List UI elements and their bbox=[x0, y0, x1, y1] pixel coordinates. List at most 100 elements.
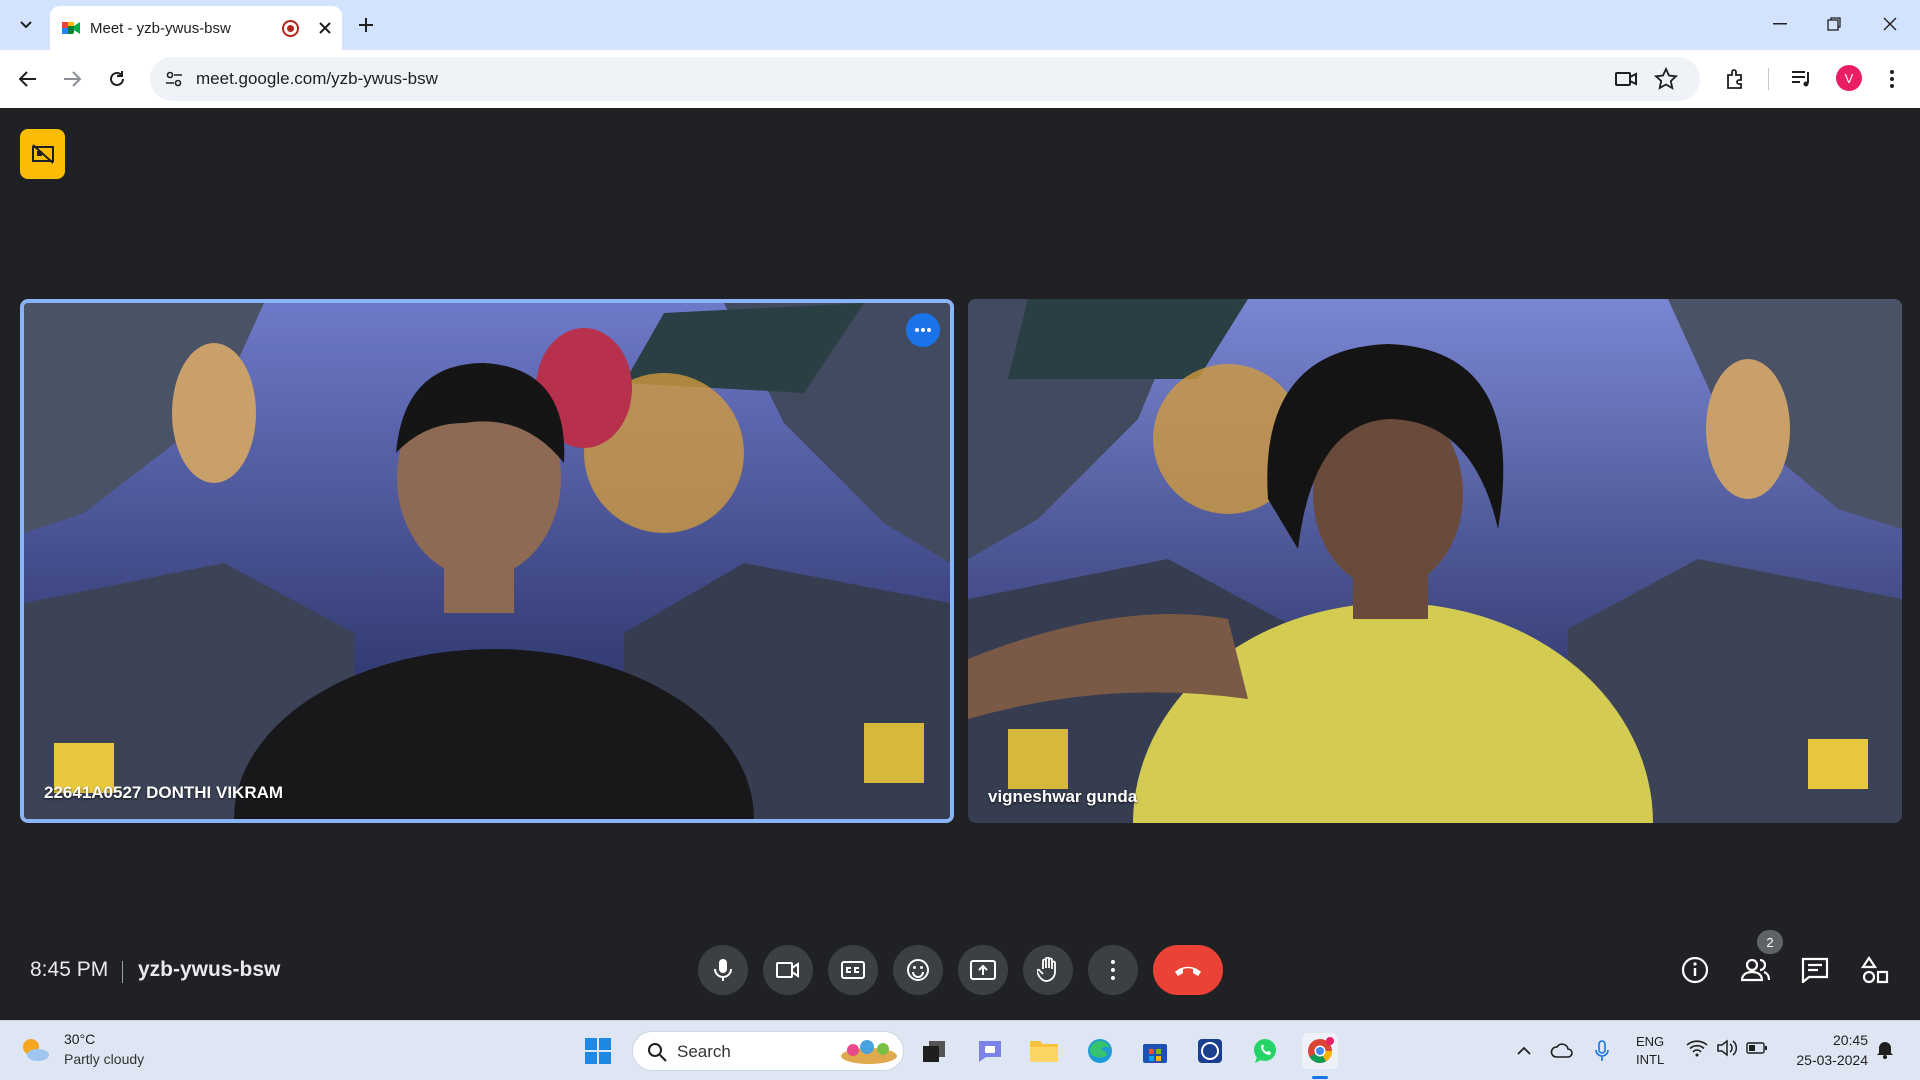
task-view-button[interactable] bbox=[916, 1033, 952, 1069]
folder-icon bbox=[1030, 1041, 1058, 1062]
restore-icon bbox=[1827, 17, 1841, 31]
tab-close-button[interactable] bbox=[314, 17, 336, 39]
video-feed-image bbox=[24, 303, 950, 819]
edge-icon bbox=[1088, 1039, 1112, 1063]
system-time[interactable]: 20:45 bbox=[1800, 1032, 1868, 1048]
video-feed-image bbox=[968, 299, 1902, 823]
camera-icon bbox=[776, 962, 799, 978]
hide-video-icon bbox=[31, 144, 54, 164]
window-close-button[interactable] bbox=[1862, 0, 1918, 48]
back-button[interactable] bbox=[10, 61, 46, 97]
toolbar-divider bbox=[1768, 68, 1769, 90]
hide-self-view-button[interactable] bbox=[20, 129, 65, 179]
weather-description[interactable]: Partly cloudy bbox=[64, 1051, 144, 1067]
participant-tile-1[interactable]: 22641A0527 DONTHI VIKRAM bbox=[20, 299, 954, 823]
meeting-details-button[interactable] bbox=[1675, 950, 1715, 990]
battery-icon[interactable] bbox=[1746, 1041, 1768, 1055]
camera-in-use-icon[interactable] bbox=[1614, 67, 1638, 91]
captions-button[interactable] bbox=[828, 945, 878, 995]
chrome-active-indicator bbox=[1312, 1076, 1328, 1079]
bookmark-star-icon[interactable] bbox=[1654, 67, 1678, 91]
mic-in-use-button[interactable] bbox=[1584, 1033, 1620, 1069]
activities-button[interactable] bbox=[1855, 950, 1895, 990]
participant-tile-2[interactable]: vigneshwar gunda bbox=[968, 299, 1902, 823]
recording-indicator-icon bbox=[282, 20, 299, 37]
whatsapp-icon bbox=[1254, 1039, 1276, 1063]
windows-logo-icon bbox=[585, 1038, 611, 1064]
extensions-button[interactable] bbox=[1718, 61, 1754, 97]
url-text[interactable]: meet.google.com/yzb-ywus-bsw bbox=[196, 69, 438, 89]
taskbar-search-box[interactable]: Search bbox=[632, 1031, 904, 1071]
camera-toggle-button[interactable] bbox=[763, 945, 813, 995]
tile-more-options-button[interactable] bbox=[906, 313, 940, 347]
more-options-button[interactable] bbox=[1088, 945, 1138, 995]
edge-button[interactable] bbox=[1082, 1033, 1118, 1069]
profile-avatar[interactable]: V bbox=[1836, 65, 1862, 91]
whatsapp-button[interactable] bbox=[1247, 1033, 1283, 1069]
people-count-badge: 2 bbox=[1757, 930, 1783, 954]
emoji-icon bbox=[907, 959, 929, 981]
dell-icon bbox=[1198, 1039, 1222, 1063]
reactions-button[interactable] bbox=[893, 945, 943, 995]
cloud-sync-icon bbox=[1550, 1043, 1573, 1058]
input-layout[interactable]: INTL bbox=[1636, 1052, 1664, 1067]
participant-name: 22641A0527 DONTHI VIKRAM bbox=[44, 783, 284, 802]
restore-button[interactable] bbox=[1806, 0, 1862, 48]
search-label: Search bbox=[677, 1042, 731, 1061]
dell-app-button[interactable] bbox=[1192, 1033, 1228, 1069]
info-icon bbox=[1681, 956, 1709, 984]
reload-button[interactable] bbox=[99, 61, 135, 97]
weather-icon[interactable] bbox=[18, 1033, 52, 1067]
browser-tab-active[interactable]: Meet - yzb-ywus-bsw bbox=[50, 6, 342, 50]
show-hidden-icons-button[interactable] bbox=[1506, 1033, 1542, 1069]
minimize-button[interactable] bbox=[1752, 0, 1808, 48]
close-icon bbox=[319, 22, 331, 34]
notifications-bell-icon[interactable] bbox=[1876, 1039, 1894, 1059]
input-language[interactable]: ENG bbox=[1636, 1034, 1664, 1049]
wifi-icon[interactable] bbox=[1686, 1039, 1708, 1057]
close-icon bbox=[1883, 17, 1897, 31]
system-date[interactable]: 25-03-2024 bbox=[1780, 1052, 1868, 1068]
puzzle-icon bbox=[1727, 69, 1742, 89]
chrome-button[interactable] bbox=[1302, 1033, 1338, 1069]
tab-strip: Meet - yzb-ywus-bsw bbox=[0, 0, 1920, 50]
profile-initial: V bbox=[1844, 70, 1854, 86]
mic-icon bbox=[1595, 1040, 1609, 1061]
present-screen-button[interactable] bbox=[958, 945, 1008, 995]
volume-icon[interactable] bbox=[1716, 1039, 1738, 1057]
activities-icon bbox=[1861, 956, 1889, 984]
new-tab-button[interactable] bbox=[352, 11, 380, 39]
tab-search-button[interactable] bbox=[12, 11, 40, 39]
leave-call-button[interactable] bbox=[1153, 945, 1223, 995]
raise-hand-button[interactable] bbox=[1023, 945, 1073, 995]
people-button[interactable] bbox=[1735, 950, 1775, 990]
chat-icon bbox=[1801, 957, 1829, 983]
microsoft-store-button[interactable] bbox=[1137, 1033, 1173, 1069]
meet-favicon-icon bbox=[62, 20, 80, 36]
kebab-menu-icon bbox=[1890, 70, 1894, 88]
minimize-icon bbox=[1773, 23, 1787, 25]
more-options-icon bbox=[1111, 960, 1115, 980]
captions-icon bbox=[841, 961, 865, 979]
chat-button[interactable] bbox=[1795, 950, 1835, 990]
teams-chat-button[interactable] bbox=[972, 1033, 1008, 1069]
file-explorer-button[interactable] bbox=[1026, 1033, 1062, 1069]
plus-icon bbox=[359, 18, 373, 32]
onedrive-button[interactable] bbox=[1544, 1033, 1580, 1069]
weather-temperature[interactable]: 30°C bbox=[64, 1031, 95, 1047]
site-info-button[interactable] bbox=[162, 67, 186, 91]
meeting-clock: 8:45 PM bbox=[30, 958, 109, 981]
windows-taskbar: 30°C Partly cloudy Search ENG INTL 20:45… bbox=[0, 1020, 1920, 1080]
hang-up-icon bbox=[1175, 966, 1201, 976]
mic-toggle-button[interactable] bbox=[698, 945, 748, 995]
reload-icon bbox=[110, 71, 124, 86]
start-button[interactable] bbox=[580, 1033, 616, 1069]
chrome-icon bbox=[1308, 1037, 1334, 1064]
forward-button[interactable] bbox=[54, 61, 90, 97]
teams-icon bbox=[979, 1041, 1001, 1062]
media-controls-button[interactable] bbox=[1784, 61, 1820, 97]
browser-menu-button[interactable] bbox=[1874, 61, 1910, 97]
address-bar[interactable]: meet.google.com/yzb-ywus-bsw bbox=[150, 57, 1700, 101]
playlist-icon bbox=[1792, 71, 1809, 87]
chevron-up-icon bbox=[1517, 1046, 1531, 1055]
